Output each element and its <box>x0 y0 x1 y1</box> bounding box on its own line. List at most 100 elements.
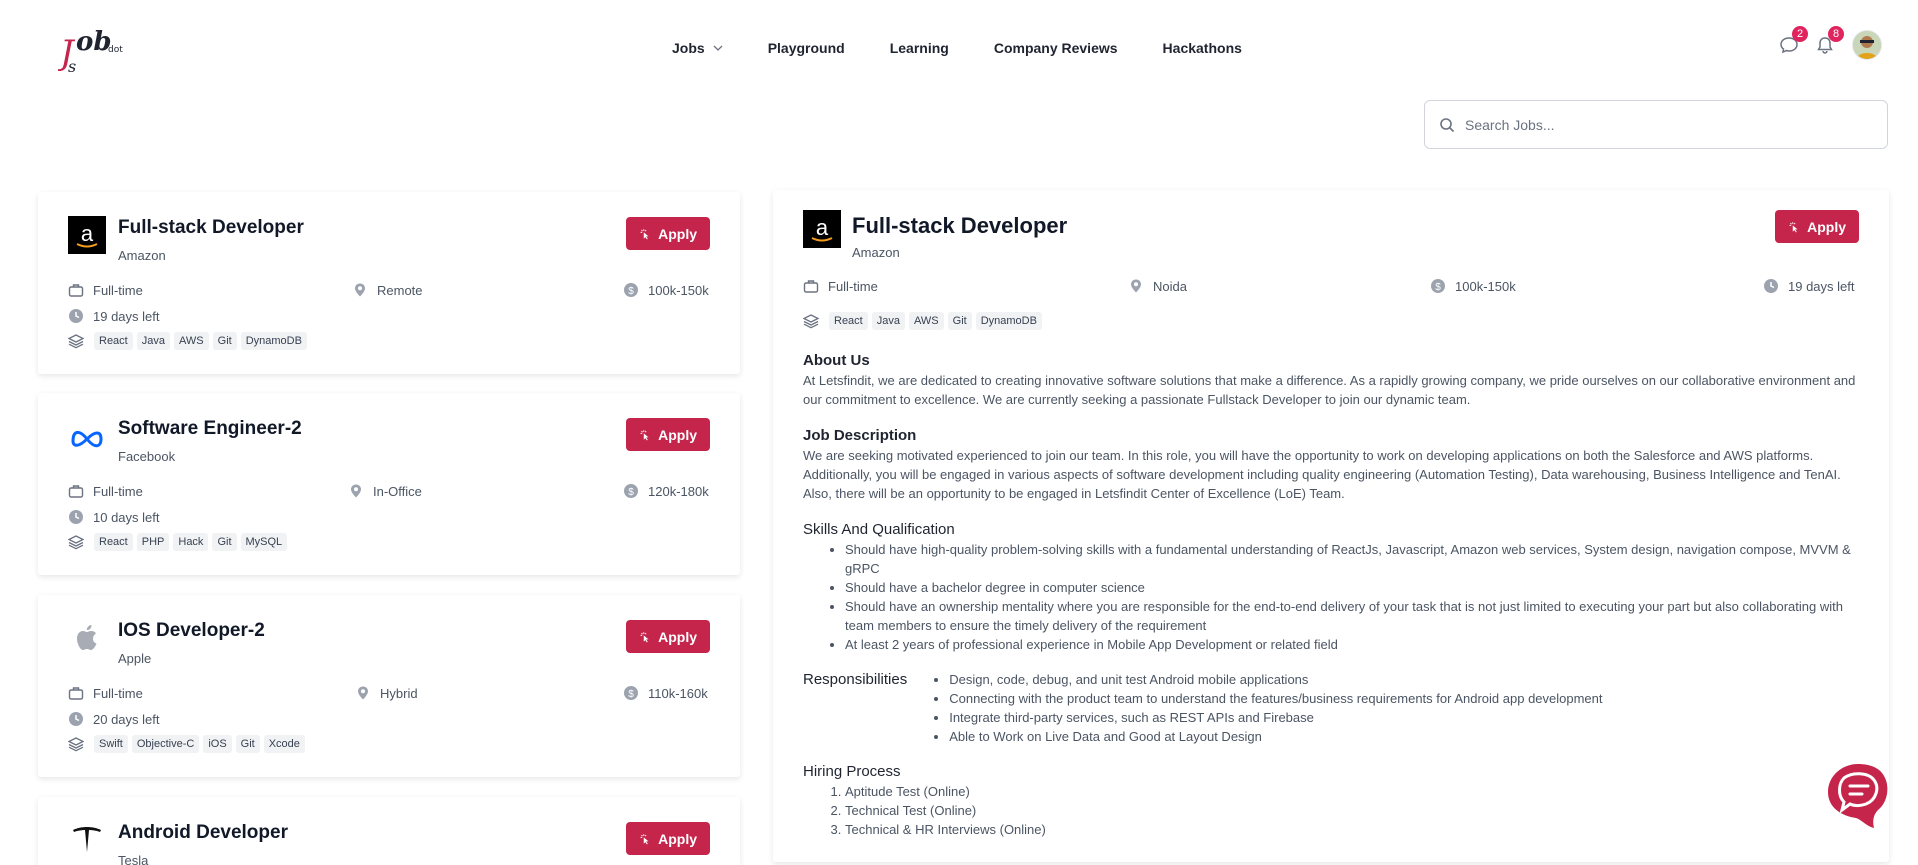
svg-text:$: $ <box>628 487 634 498</box>
detail-apply-button[interactable]: Apply <box>1775 210 1859 243</box>
job-deadline-label: 20 days left <box>93 711 160 727</box>
job-deadline: 20 days left <box>68 711 160 727</box>
skill-tag: Hack <box>173 533 209 551</box>
chat-bubble-icon <box>1828 764 1888 828</box>
skills-heading: Skills And Qualification <box>803 521 955 538</box>
detail-skill-tags: React Java AWS Git DynamoDB <box>803 312 1046 330</box>
click-icon <box>640 833 649 845</box>
layers-icon <box>68 736 84 752</box>
clock-icon <box>68 308 84 324</box>
dollar-icon: $ <box>623 282 639 298</box>
job-card[interactable]: a Full-stack Developer Amazon Apply Full… <box>38 192 740 374</box>
messages-badge: 2 <box>1792 26 1808 42</box>
jobdot-logo[interactable]: J ob s dot <box>54 20 128 76</box>
apply-label: Apply <box>658 830 697 847</box>
search-input[interactable] <box>1465 116 1865 133</box>
job-card[interactable]: IOS Developer-2 Apple Apply Full-time Hy… <box>38 595 740 777</box>
dollar-icon: $ <box>1430 278 1446 294</box>
skill-tags: Swift Objective-C iOS Git Xcode <box>68 735 309 753</box>
skill-tag: React <box>94 533 133 551</box>
list-item: Aptitude Test (Online) <box>845 782 1863 801</box>
list-item: Technical & HR Interviews (Online) <box>845 820 1863 839</box>
apply-button[interactable]: Apply <box>626 822 710 855</box>
detail-job-type: Full-time <box>803 278 878 294</box>
description-section: Job Description We are seeking motivated… <box>803 426 1863 503</box>
job-location-label: Hybrid <box>380 685 418 701</box>
search-icon <box>1440 117 1455 132</box>
skill-tag: Java <box>136 332 170 350</box>
search-box[interactable] <box>1424 100 1888 149</box>
job-location-label: Remote <box>377 282 423 298</box>
location-pin-icon <box>1128 278 1144 294</box>
briefcase-icon <box>68 685 84 701</box>
job-card[interactable]: Android Developer Tesla Apply <box>38 797 740 865</box>
nav-learning[interactable]: Learning <box>890 40 949 56</box>
job-type: Full-time <box>68 685 143 701</box>
apply-label: Apply <box>658 426 697 443</box>
nav-jobs[interactable]: Jobs <box>672 40 723 56</box>
job-salary: $ 100k-150k <box>623 282 709 298</box>
job-salary: $ 110k-160k <box>623 685 708 701</box>
messages-button[interactable]: 2 <box>1776 26 1808 58</box>
briefcase-icon <box>68 282 84 298</box>
skill-tag: Git <box>212 533 237 551</box>
skill-tag: React <box>94 332 133 350</box>
apply-button[interactable]: Apply <box>626 217 710 250</box>
job-title[interactable]: IOS Developer-2 <box>118 620 265 642</box>
nav-playground[interactable]: Playground <box>768 40 845 56</box>
nav-company-reviews[interactable]: Company Reviews <box>994 40 1118 56</box>
svg-text:a: a <box>81 221 94 246</box>
svg-text:s: s <box>68 57 76 76</box>
job-deadline-label: 19 days left <box>93 308 160 324</box>
svg-text:$: $ <box>1435 282 1441 293</box>
detail-location: Noida <box>1128 278 1187 294</box>
detail-company-name: Amazon <box>852 245 900 260</box>
svg-text:$: $ <box>628 286 634 297</box>
skills-section: Skills And Qualification Should have hig… <box>803 520 1863 654</box>
dollar-icon: $ <box>623 685 639 701</box>
detail-salary: $ 100k-150k <box>1430 278 1516 294</box>
job-deadline: 10 days left <box>68 509 160 525</box>
chat-support-button[interactable] <box>1822 760 1892 840</box>
skill-tag: Objective-C <box>131 735 200 753</box>
avatar[interactable] <box>1852 30 1882 60</box>
job-salary: $ 120k-180k <box>623 483 709 499</box>
amazon-logo-icon: a <box>803 210 841 248</box>
company-name: Facebook <box>118 449 176 464</box>
skill-tag: React <box>829 312 868 330</box>
job-title[interactable]: Software Engineer-2 <box>118 418 302 440</box>
company-name: Apple <box>118 651 152 666</box>
job-title[interactable]: Android Developer <box>118 822 288 844</box>
job-card[interactable]: Software Engineer-2 Facebook Apply Full-… <box>38 393 740 575</box>
job-location: Remote <box>352 282 423 298</box>
apply-button[interactable]: Apply <box>626 418 710 451</box>
list-item: Should have an ownership mentality where… <box>845 597 1863 635</box>
skill-tags: React Java AWS Git DynamoDB <box>68 332 311 350</box>
layers-icon <box>68 534 84 550</box>
description-heading: Job Description <box>803 427 917 444</box>
job-location-label: In-Office <box>373 483 422 499</box>
apply-button[interactable]: Apply <box>626 620 710 653</box>
skill-tags: React PHP Hack Git MySQL <box>68 533 291 551</box>
job-deadline: 19 days left <box>68 308 160 324</box>
hiring-heading: Hiring Process <box>803 763 901 780</box>
list-item: Design, code, debug, and unit test Andro… <box>949 670 1602 689</box>
header-actions: 2 8 <box>1776 26 1882 60</box>
notifications-button[interactable]: 8 <box>1812 26 1844 58</box>
skill-tag: AWS <box>909 312 944 330</box>
list-item: Connecting with the product team to unde… <box>949 689 1602 708</box>
job-type-label: Full-time <box>93 282 143 298</box>
skill-tag: Xcode <box>263 735 305 753</box>
list-item: Integrate third-party services, such as … <box>949 708 1602 727</box>
job-title[interactable]: Full-stack Developer <box>118 217 304 239</box>
skill-tag: Git <box>212 332 237 350</box>
list-item: Should have a bachelor degree in compute… <box>845 578 1863 597</box>
layers-icon <box>68 333 84 349</box>
responsibilities-heading: Responsibilities <box>803 671 908 688</box>
job-type: Full-time <box>68 282 143 298</box>
job-location: In-Office <box>348 483 422 499</box>
nav-hackathons[interactable]: Hackathons <box>1163 40 1242 56</box>
svg-text:dot: dot <box>108 45 123 55</box>
job-type-label: Full-time <box>93 483 143 499</box>
click-icon <box>640 429 649 441</box>
